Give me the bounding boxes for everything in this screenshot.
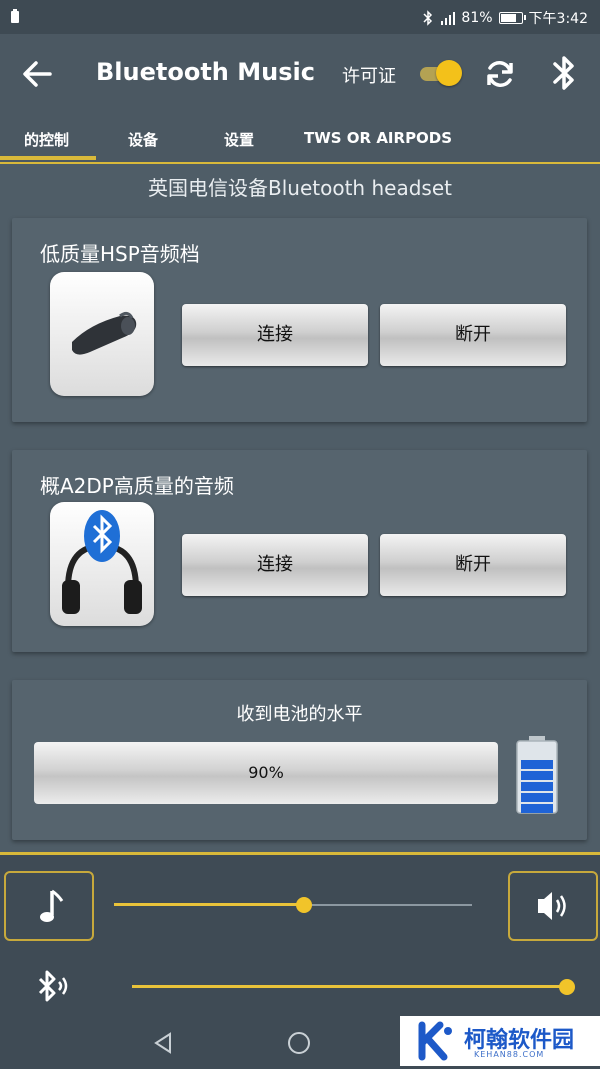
a2dp-profile-card: 概A2DP高质量的音频 连接 断开: [12, 450, 587, 652]
music-note-icon: [40, 889, 64, 922]
music-volume-slider[interactable]: [114, 897, 472, 913]
bluetooth-icon[interactable]: [546, 52, 582, 94]
refresh-icon[interactable]: [480, 54, 520, 94]
speaker-icon: [538, 892, 566, 920]
battery-segment: [521, 771, 553, 780]
battery-segment: [521, 804, 553, 813]
sim-icon: [11, 9, 19, 23]
bluetooth-audio-icon: [38, 970, 68, 1002]
hsp-connect-button[interactable]: 连接: [182, 304, 368, 366]
tab-devices[interactable]: 设备: [128, 129, 158, 150]
hsp-profile-title: 低质量HSP音频档: [40, 242, 200, 266]
battery-percent: 81%: [461, 10, 493, 26]
a2dp-disconnect-button[interactable]: 断开: [380, 534, 566, 596]
watermark-k-icon: [418, 1021, 452, 1061]
speaker-button[interactable]: [508, 871, 598, 941]
music-button[interactable]: [4, 871, 94, 941]
tab-indicator: [0, 156, 96, 160]
battery-status-icon: [498, 12, 526, 24]
hsp-profile-card: 低质量HSP音频档 连接 断开: [12, 218, 587, 422]
app-title: Bluetooth Music: [96, 58, 315, 86]
tab-control[interactable]: 的控制: [24, 129, 69, 150]
tab-tws-airpods[interactable]: TWS OR AIRPODS: [304, 129, 452, 147]
nav-home-icon[interactable]: [286, 1030, 312, 1056]
hsp-disconnect-button[interactable]: 断开: [380, 304, 566, 366]
a2dp-connect-button[interactable]: 连接: [182, 534, 368, 596]
battery-segment: [521, 782, 553, 791]
bluetooth-volume-slider[interactable]: [132, 979, 575, 995]
watermark-logo: 柯翰软件园 KEHAN88.COM: [400, 1016, 600, 1066]
bluetooth-headphones-icon: [50, 502, 154, 626]
signal-icon: [441, 12, 456, 25]
bluetooth-status-icon: [423, 10, 433, 26]
battery-segment: [521, 793, 553, 802]
headset-icon: [50, 272, 154, 396]
battery-icon: [516, 736, 558, 814]
battery-title: 收到电池的水平: [236, 704, 363, 725]
a2dp-profile-title: 概A2DP高质量的音频: [40, 474, 234, 498]
license-toggle[interactable]: [416, 60, 464, 86]
license-label: 许可证: [342, 66, 396, 87]
back-arrow-icon[interactable]: [18, 54, 58, 94]
device-name: 英国电信设备Bluetooth headset: [148, 176, 452, 200]
tab-settings[interactable]: 设置: [224, 129, 254, 150]
clock: 下午3:42: [528, 11, 588, 27]
battery-level-bar: 90%: [34, 742, 498, 804]
status-bar: 81% 下午3:42: [0, 0, 600, 34]
nav-back-icon[interactable]: [150, 1030, 176, 1056]
battery-card: 收到电池的水平 90%: [12, 680, 587, 840]
watermark-subtext: KEHAN88.COM: [474, 1050, 545, 1059]
tab-bar: 的控制 设备 设置 TWS OR AIRPODS: [0, 114, 600, 164]
battery-segment: [521, 760, 553, 769]
status-right: 81% 下午3:42: [421, 8, 588, 28]
app-bar: Bluetooth Music 许可证: [0, 34, 600, 114]
